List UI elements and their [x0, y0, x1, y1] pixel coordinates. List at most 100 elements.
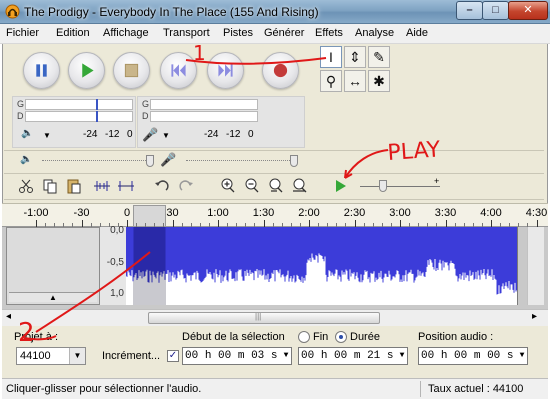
menu-transport[interactable]: Transport [163, 27, 210, 39]
ruler-tick [491, 220, 492, 227]
record-right-channel: D [142, 111, 149, 121]
record-meter-panel: G D 🎤 ▼ -24 -12 0 [137, 96, 305, 148]
speaker-icon[interactable]: 🔈 [21, 128, 33, 139]
menu-pistes[interactable]: Pistes [223, 27, 253, 39]
stop-button[interactable] [113, 52, 150, 89]
copy-button[interactable] [40, 177, 60, 195]
zoom-in-button[interactable] [218, 177, 238, 195]
redo-button[interactable] [176, 177, 196, 195]
seconds-unit: s [386, 350, 394, 362]
vertical-scrollbar[interactable] [527, 227, 544, 305]
chevron-down-icon[interactable]: ▼ [517, 348, 527, 364]
zoom-out-icon [245, 178, 259, 193]
chevron-down-icon[interactable]: ▼ [281, 348, 291, 364]
ruler-label: -30 [73, 207, 90, 219]
track-collapse-button[interactable]: ▲ [9, 292, 97, 302]
end-radio[interactable] [298, 331, 310, 343]
menu-edition[interactable]: Edition [56, 27, 90, 39]
output-volume-slider[interactable] [42, 160, 148, 162]
pause-icon [36, 64, 47, 77]
close-button[interactable]: ✕ [508, 1, 548, 20]
fit-selection-button[interactable] [266, 177, 286, 195]
menu-analyse[interactable]: Analyse [355, 27, 394, 39]
horizontal-scrollbar[interactable]: ◂ ||| ▸ [2, 309, 548, 326]
fit-project-button[interactable] [290, 177, 310, 195]
duration-radio[interactable] [335, 331, 347, 343]
ruler-tick [400, 220, 401, 227]
skip-end-icon [218, 64, 233, 77]
scroll-right-arrow[interactable]: ▸ [532, 311, 537, 322]
playback-speed-slider[interactable] [360, 186, 440, 187]
record-tick: -12 [226, 129, 241, 140]
play-meter-left[interactable] [25, 99, 133, 110]
minutes-digits: 00 [334, 350, 348, 362]
draw-tool[interactable]: ✎ [368, 46, 390, 68]
track-vertical-ruler[interactable]: 0,0 -0,5 1,0 [100, 225, 126, 305]
project-rate-select[interactable]: 44100 ▼ [16, 347, 86, 365]
menu-generer[interactable]: Générer [264, 27, 304, 39]
hours-unit: h [204, 350, 212, 362]
menu-aide[interactable]: Aide [406, 27, 428, 39]
microphone-icon[interactable]: 🎤 [142, 127, 158, 143]
chevron-down-icon[interactable]: ▼ [397, 348, 407, 364]
playback-speed-thumb[interactable] [379, 180, 387, 192]
track-control-panel[interactable]: ▲ [6, 227, 100, 305]
play-meter-dropdown[interactable]: ▼ [43, 131, 51, 140]
envelope-tool[interactable]: ⇕ [344, 46, 366, 68]
paste-button[interactable] [64, 177, 84, 195]
zoom-tool[interactable]: ⚲ [320, 70, 342, 92]
cut-button[interactable] [16, 177, 36, 195]
skip-start-button[interactable] [160, 52, 197, 89]
play-button[interactable] [68, 52, 105, 89]
divider [4, 173, 544, 174]
record-meter-dropdown[interactable]: ▼ [162, 131, 170, 140]
skip-start-icon [171, 64, 186, 77]
ruler-label: 1:00 [207, 207, 229, 219]
menu-affichage[interactable]: Affichage [103, 27, 149, 39]
horizontal-scrollbar-thumb[interactable]: ||| [148, 312, 380, 324]
hours-digits: 00 [421, 350, 435, 362]
record-meter-right[interactable] [150, 111, 258, 122]
selection-start-field[interactable]: 00 h 00 m 03 s ▼ [182, 347, 292, 365]
menu-effets[interactable]: Effets [315, 27, 343, 39]
audio-position-field[interactable]: 00 h 00 m 00 s ▼ [418, 347, 528, 365]
record-button[interactable] [262, 52, 299, 89]
copy-icon [43, 179, 57, 194]
waveform-clip[interactable] [126, 227, 518, 305]
silence-button[interactable] [116, 177, 136, 195]
maximize-button[interactable]: □ [482, 1, 509, 20]
play-meter-right[interactable] [25, 111, 133, 122]
status-message: Cliquer-glisser pour sélectionner l'audi… [6, 383, 202, 395]
input-volume-thumb[interactable] [290, 155, 298, 167]
ruler-label: 3:00 [389, 207, 411, 219]
selection-duration-field[interactable]: 00 h 00 m 21 s ▼ [298, 347, 408, 365]
record-meter-left[interactable] [150, 99, 258, 110]
selection-tool[interactable]: I [320, 46, 342, 68]
record-icon [273, 63, 288, 78]
waveform[interactable] [126, 227, 518, 305]
y-axis-label: -0,5 [106, 257, 124, 268]
zoom-out-button[interactable] [242, 177, 262, 195]
trim-button[interactable] [92, 177, 112, 195]
undo-button[interactable] [152, 177, 172, 195]
minutes-digits: 00 [454, 350, 468, 362]
play-at-speed-button[interactable] [330, 177, 350, 195]
output-volume-thumb[interactable] [146, 155, 154, 167]
timeshift-tool[interactable]: ↔ [344, 70, 366, 92]
record-tick: 0 [248, 129, 254, 140]
multi-tool[interactable]: ✱ [368, 70, 390, 92]
ruler-tick [354, 220, 356, 227]
input-volume-slider[interactable] [186, 160, 292, 162]
undo-icon [155, 180, 169, 191]
pause-button[interactable] [23, 52, 60, 89]
ruler-label: -1:00 [23, 207, 49, 219]
trim-icon [94, 181, 110, 191]
skip-end-button[interactable] [207, 52, 244, 89]
ruler-tick [263, 220, 265, 227]
audacity-app-icon[interactable] [5, 4, 20, 19]
minimize-button[interactable]: – [456, 1, 483, 20]
scroll-left-arrow[interactable]: ◂ [6, 311, 11, 322]
menu-fichier[interactable]: Fichier [6, 27, 39, 39]
timeline-ruler[interactable]: -1:00 -30 0 30 1:00 1:30 2:00 2:30 3:00 3:30 4:00 4… [2, 203, 548, 227]
snap-to-checkbox[interactable]: ✓ [167, 350, 179, 362]
